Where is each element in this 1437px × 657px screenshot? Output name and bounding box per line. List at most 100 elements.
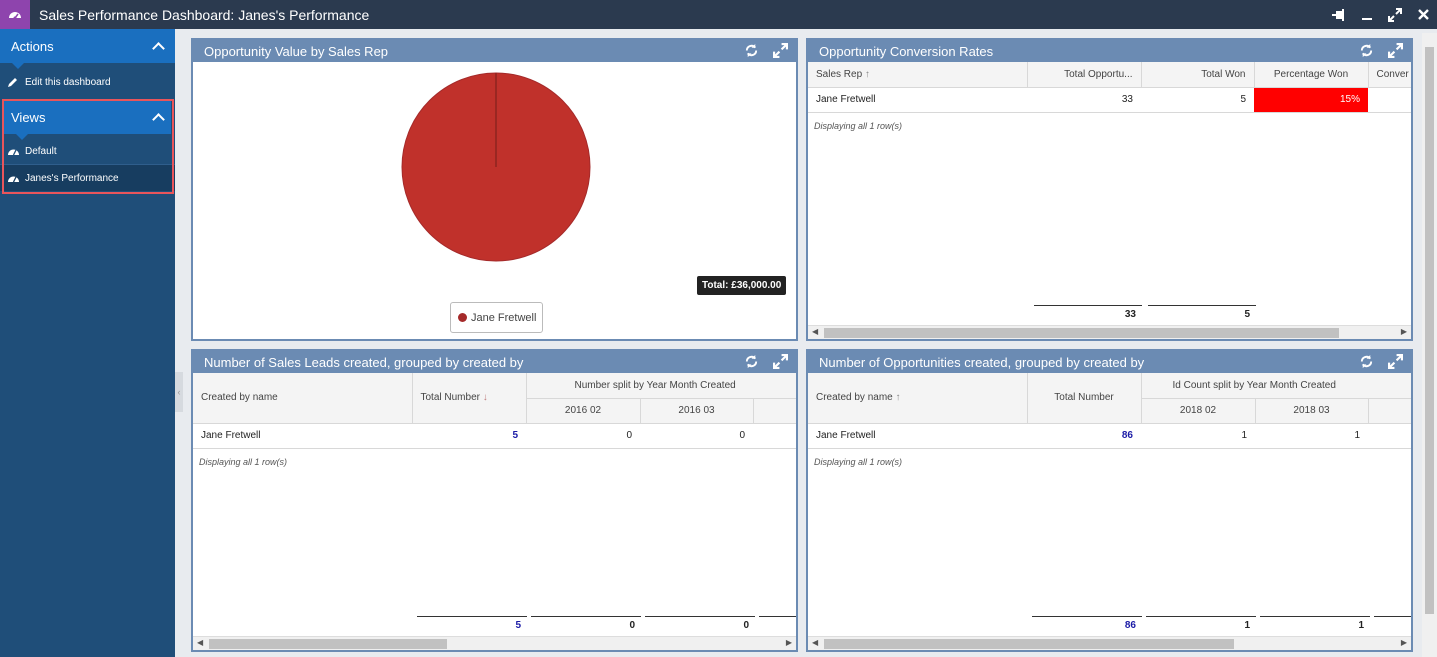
col-header-conversion[interactable]: Conver bbox=[1368, 62, 1411, 88]
month-sum: 1 bbox=[1260, 616, 1370, 634]
table-row[interactable]: Jane Fretwell 86 1 1 bbox=[808, 423, 1411, 449]
pie-legend: Jane Fretwell bbox=[450, 302, 543, 333]
scroll-left-icon[interactable]: ◀ bbox=[197, 638, 203, 647]
refresh-icon[interactable] bbox=[1358, 353, 1374, 369]
legend-label: Jane Fretwell bbox=[471, 311, 537, 324]
expand-icon[interactable] bbox=[772, 42, 788, 58]
totals-row: 33 5 bbox=[808, 305, 1411, 323]
panel-title: Number of Sales Leads created, grouped b… bbox=[204, 354, 524, 370]
total-number-sum: 86 bbox=[1032, 616, 1142, 634]
scroll-left-icon[interactable]: ◀ bbox=[812, 638, 818, 647]
cell-sales-rep: Jane Fretwell bbox=[808, 87, 1027, 113]
pencil-icon bbox=[6, 75, 20, 89]
col-header-total-number[interactable]: Total Number ↓ bbox=[412, 373, 527, 424]
col-header-total-won[interactable]: Total Won bbox=[1141, 62, 1255, 88]
opportunities-panel: Number of Opportunities created, grouped… bbox=[806, 349, 1413, 652]
views-highlight-box bbox=[2, 99, 174, 194]
month-sum: 0 bbox=[531, 616, 641, 634]
panel-title: Opportunity Conversion Rates bbox=[819, 43, 994, 59]
col-header-created-by-name[interactable]: Created by name bbox=[193, 373, 413, 424]
cell-total-number[interactable]: 5 bbox=[412, 423, 526, 449]
cell-total-won: 5 bbox=[1141, 87, 1254, 113]
page-vertical-scrollbar[interactable] bbox=[1422, 33, 1437, 657]
cell-total-opportunities: 33 bbox=[1027, 87, 1141, 113]
panel-title: Number of Opportunities created, grouped… bbox=[819, 354, 1145, 370]
total-won-sum: 5 bbox=[1148, 305, 1256, 323]
expand-icon[interactable] bbox=[772, 353, 788, 369]
col-header-month[interactable] bbox=[753, 398, 796, 424]
refresh-icon[interactable] bbox=[1358, 42, 1374, 58]
maximize-icon[interactable] bbox=[1381, 0, 1409, 29]
row-count-text: Displaying all 1 row(s) bbox=[814, 456, 903, 467]
panel-header: Opportunity Value by Sales Rep bbox=[193, 40, 796, 62]
scroll-thumb[interactable] bbox=[1425, 47, 1434, 614]
scroll-left-icon[interactable]: ◀ bbox=[812, 327, 818, 336]
horizontal-scrollbar[interactable]: ◀ ▶ bbox=[193, 636, 796, 650]
total-opportunities-sum: 33 bbox=[1034, 305, 1142, 323]
minimize-icon[interactable] bbox=[1353, 0, 1381, 29]
scroll-thumb[interactable] bbox=[824, 328, 1339, 338]
col-header-total-number[interactable]: Total Number bbox=[1027, 373, 1142, 424]
col-header-month[interactable]: 2018 03 bbox=[1255, 398, 1369, 424]
refresh-icon[interactable] bbox=[743, 353, 759, 369]
col-header-month[interactable]: 2016 02 bbox=[526, 398, 641, 424]
close-icon[interactable] bbox=[1409, 0, 1437, 29]
cell-total-number[interactable]: 86 bbox=[1027, 423, 1141, 449]
cell-percentage-won: 15% bbox=[1254, 87, 1368, 113]
opportunity-value-panel: Opportunity Value by Sales Rep Total: £3… bbox=[191, 38, 798, 341]
month-sum bbox=[759, 616, 796, 634]
col-header-split: Id Count split by Year Month Created bbox=[1141, 373, 1411, 399]
panel-header: Opportunity Conversion Rates bbox=[808, 40, 1411, 62]
month-sum bbox=[1374, 616, 1411, 634]
expand-icon[interactable] bbox=[1387, 42, 1403, 58]
horizontal-scrollbar[interactable]: ◀ ▶ bbox=[808, 325, 1411, 339]
col-header-month[interactable]: 2018 02 bbox=[1141, 398, 1256, 424]
edit-dashboard-label: Edit this dashboard bbox=[25, 76, 111, 88]
expand-icon[interactable] bbox=[1387, 353, 1403, 369]
title-bar: Sales Performance Dashboard: Janes's Per… bbox=[0, 0, 1437, 29]
window-title: Sales Performance Dashboard: Janes's Per… bbox=[39, 6, 370, 23]
sort-up-icon: ↑ bbox=[895, 392, 901, 404]
opportunities-table: Created by name ↑ Total Number Id Count … bbox=[808, 373, 1411, 449]
scroll-right-icon[interactable]: ▶ bbox=[1401, 638, 1407, 647]
cell-month-value bbox=[753, 423, 796, 449]
col-header-month[interactable] bbox=[1368, 398, 1411, 424]
col-header-month[interactable]: 2016 03 bbox=[640, 398, 754, 424]
col-header-total-opportunities[interactable]: Total Opportu... bbox=[1027, 62, 1142, 88]
scroll-thumb[interactable] bbox=[824, 639, 1234, 649]
sort-up-icon: ↑ bbox=[864, 68, 870, 80]
panel-header: Number of Sales Leads created, grouped b… bbox=[193, 351, 796, 373]
sort-down-icon: ↓ bbox=[482, 392, 488, 404]
panel-title: Opportunity Value by Sales Rep bbox=[204, 43, 389, 59]
legend-dot bbox=[458, 313, 467, 322]
actions-header[interactable]: Actions bbox=[0, 29, 175, 69]
col-header-created-by-name[interactable]: Created by name ↑ bbox=[808, 373, 1028, 424]
cell-created-by-name: Jane Fretwell bbox=[193, 423, 412, 449]
table-row[interactable]: Jane Fretwell 5 0 0 bbox=[193, 423, 796, 449]
conversion-rates-panel: Opportunity Conversion Rates Sales Rep ↑… bbox=[806, 38, 1413, 341]
total-number-sum: 5 bbox=[417, 616, 527, 634]
edit-dashboard-link[interactable]: Edit this dashboard bbox=[0, 69, 175, 95]
cell-month-value: 1 bbox=[1141, 423, 1255, 449]
cell-month-value: 0 bbox=[640, 423, 753, 449]
col-header-percentage-won[interactable]: Percentage Won bbox=[1254, 62, 1369, 88]
pie-chart bbox=[401, 72, 591, 262]
totals-row: 86 1 1 bbox=[808, 616, 1411, 634]
cell-created-by-name: Jane Fretwell bbox=[808, 423, 1027, 449]
sales-leads-table: Created by name Total Number ↓ Number sp… bbox=[193, 373, 796, 449]
cell-conversion bbox=[1368, 87, 1411, 113]
table-row[interactable]: Jane Fretwell 33 5 15% bbox=[808, 87, 1411, 113]
pin-icon[interactable] bbox=[1325, 0, 1353, 29]
scroll-right-icon[interactable]: ▶ bbox=[786, 638, 792, 647]
actions-header-label: Actions bbox=[11, 38, 54, 54]
refresh-icon[interactable] bbox=[743, 42, 759, 58]
col-header-sales-rep[interactable]: Sales Rep ↑ bbox=[808, 62, 1028, 88]
row-count-text: Displaying all 1 row(s) bbox=[199, 456, 288, 467]
sales-leads-panel: Number of Sales Leads created, grouped b… bbox=[191, 349, 798, 652]
horizontal-scrollbar[interactable]: ◀ ▶ bbox=[808, 636, 1411, 650]
conversion-table: Sales Rep ↑ Total Opportu... Total Won P… bbox=[808, 62, 1411, 113]
sidebar-collapse-handle[interactable]: ‹ bbox=[175, 372, 183, 412]
pie-total-label: Total: £36,000.00 bbox=[697, 276, 787, 295]
scroll-thumb[interactable] bbox=[209, 639, 447, 649]
scroll-right-icon[interactable]: ▶ bbox=[1401, 327, 1407, 336]
